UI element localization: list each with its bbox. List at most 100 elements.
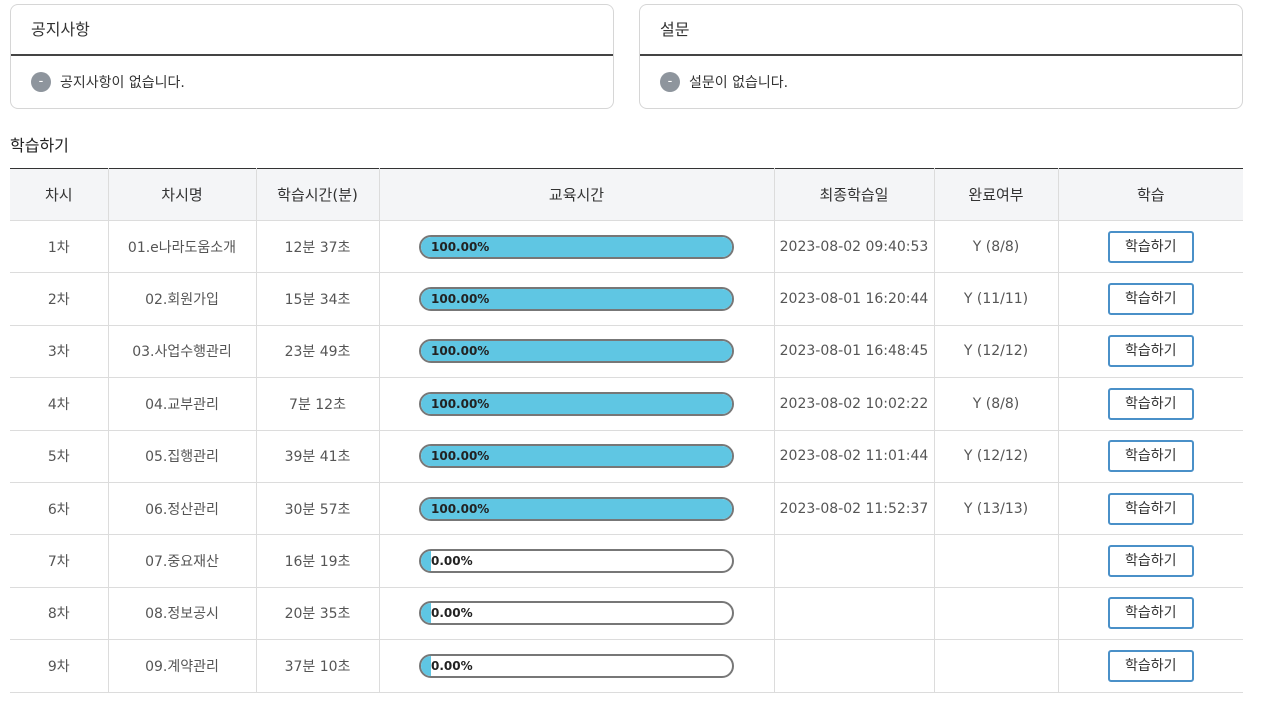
minus-circle-icon: - (660, 72, 680, 92)
session-cell: 5차 (10, 430, 109, 483)
last-date-cell: 2023-08-02 11:01:44 (774, 430, 935, 483)
last-date-cell: 2023-08-02 09:40:53 (774, 220, 935, 274)
progress-bar: 100.00% (419, 339, 734, 364)
session-name-cell: 05.집행관리 (108, 430, 257, 483)
duration-cell: 16분 19초 (256, 534, 380, 588)
progress-bar: 0.00% (419, 601, 734, 626)
survey-empty-row: - 설문이 없습니다. (640, 56, 1242, 108)
study-button[interactable]: 학습하기 (1107, 283, 1194, 316)
learning-section-title: 학습하기 (10, 136, 69, 155)
progress-cell: 0.00% (379, 639, 775, 693)
progress-text: 100.00% (431, 239, 490, 254)
session-cell: 2차 (10, 272, 109, 326)
progress-bar: 100.00% (419, 234, 734, 259)
session-name-cell: 07.중요재산 (108, 534, 257, 588)
action-cell: 학습하기 (1058, 220, 1243, 274)
progress-bar-fill (421, 603, 431, 624)
duration-cell: 7분 12초 (256, 377, 380, 431)
col-header-name: 차시명 (108, 168, 257, 221)
progress-bar-fill (421, 655, 431, 676)
session-cell: 9차 (10, 639, 109, 693)
learning-table: 차시 차시명 학습시간(분) 교육시간 최종학습일 완료여부 학습 1차 01.e… (10, 168, 1243, 693)
progress-cell: 100.00% (379, 377, 775, 431)
session-cell: 8차 (10, 587, 109, 641)
progress-text: 100.00% (431, 396, 490, 411)
table-row: 5차 05.집행관리 39분 41초 100.00% 2023-08-02 11:01:… (10, 430, 1243, 483)
last-date-cell (774, 587, 935, 641)
progress-bar: 100.00% (419, 496, 734, 521)
table-row: 3차 03.사업수행관리 23분 49초 100.00% 2023-08-01 16:4… (10, 325, 1243, 379)
progress-cell: 0.00% (379, 587, 775, 641)
study-button[interactable]: 학습하기 (1107, 335, 1194, 368)
last-date-cell: 2023-08-01 16:20:44 (774, 272, 935, 326)
session-name-cell: 04.교부관리 (108, 377, 257, 431)
complete-cell (934, 639, 1059, 693)
study-button[interactable]: 학습하기 (1107, 387, 1194, 420)
progress-cell: 100.00% (379, 272, 775, 326)
study-button[interactable]: 학습하기 (1107, 440, 1194, 473)
duration-cell: 20분 35초 (256, 587, 380, 641)
session-cell: 3차 (10, 325, 109, 379)
study-button[interactable]: 학습하기 (1107, 492, 1194, 525)
duration-cell: 37분 10초 (256, 639, 380, 693)
progress-cell: 0.00% (379, 534, 775, 588)
progress-text: 0.00% (431, 606, 473, 621)
action-cell: 학습하기 (1058, 430, 1243, 483)
session-name-cell: 09.계약관리 (108, 639, 257, 693)
notice-panel: 공지사항 - 공지사항이 없습니다. (10, 4, 614, 109)
action-cell: 학습하기 (1058, 534, 1243, 588)
table-row: 1차 01.e나라도움소개 12분 37초 100.00% 2023-08-02 09:… (10, 220, 1243, 274)
study-button[interactable]: 학습하기 (1107, 545, 1194, 578)
session-name-cell: 08.정보공시 (108, 587, 257, 641)
complete-cell: Y (11/11) (934, 272, 1059, 326)
progress-bar: 0.00% (419, 549, 734, 574)
duration-cell: 12분 37초 (256, 220, 380, 274)
session-name-cell: 06.정산관리 (108, 482, 257, 536)
table-row: 6차 06.정산관리 30분 57초 100.00% 2023-08-02 11:52:… (10, 482, 1243, 536)
col-header-action: 학습 (1058, 168, 1243, 221)
last-date-cell: 2023-08-02 10:02:22 (774, 377, 935, 431)
progress-cell: 100.00% (379, 430, 775, 483)
complete-cell: Y (8/8) (934, 220, 1059, 274)
col-header-session: 차시 (10, 168, 109, 221)
progress-cell: 100.00% (379, 482, 775, 536)
complete-cell: Y (8/8) (934, 377, 1059, 431)
study-button[interactable]: 학습하기 (1107, 230, 1194, 263)
progress-text: 100.00% (431, 292, 490, 307)
complete-cell: Y (12/12) (934, 430, 1059, 483)
progress-text: 100.00% (431, 501, 490, 516)
study-button[interactable]: 학습하기 (1107, 597, 1194, 630)
progress-text: 0.00% (431, 554, 473, 569)
complete-cell (934, 587, 1059, 641)
col-header-duration: 학습시간(분) (256, 168, 380, 221)
complete-cell (934, 534, 1059, 588)
table-row: 9차 09.계약관리 37분 10초 0.00% 학습하기 (10, 639, 1243, 693)
last-date-cell: 2023-08-01 16:48:45 (774, 325, 935, 379)
table-header-row: 차시 차시명 학습시간(분) 교육시간 최종학습일 완료여부 학습 (10, 168, 1243, 221)
survey-empty-text: 설문이 없습니다. (689, 75, 789, 91)
table-row: 2차 02.회원가입 15분 34초 100.00% 2023-08-01 16:20:… (10, 272, 1243, 326)
progress-text: 0.00% (431, 658, 473, 673)
progress-bar-fill (421, 551, 431, 572)
col-header-complete: 완료여부 (934, 168, 1059, 221)
action-cell: 학습하기 (1058, 482, 1243, 536)
progress-text: 100.00% (431, 344, 490, 359)
duration-cell: 39분 41초 (256, 430, 380, 483)
study-button[interactable]: 학습하기 (1107, 649, 1194, 682)
last-date-cell (774, 639, 935, 693)
session-name-cell: 03.사업수행관리 (108, 325, 257, 379)
duration-cell: 15분 34초 (256, 272, 380, 326)
action-cell: 학습하기 (1058, 272, 1243, 326)
table-row: 8차 08.정보공시 20분 35초 0.00% 학습하기 (10, 587, 1243, 641)
notice-empty-text: 공지사항이 없습니다. (60, 75, 185, 91)
last-date-cell (774, 534, 935, 588)
complete-cell: Y (13/13) (934, 482, 1059, 536)
progress-bar: 100.00% (419, 391, 734, 416)
progress-text: 100.00% (431, 449, 490, 464)
action-cell: 학습하기 (1058, 377, 1243, 431)
session-name-cell: 02.회원가입 (108, 272, 257, 326)
session-cell: 4차 (10, 377, 109, 431)
session-cell: 1차 (10, 220, 109, 274)
minus-circle-icon: - (31, 72, 51, 92)
progress-cell: 100.00% (379, 325, 775, 379)
